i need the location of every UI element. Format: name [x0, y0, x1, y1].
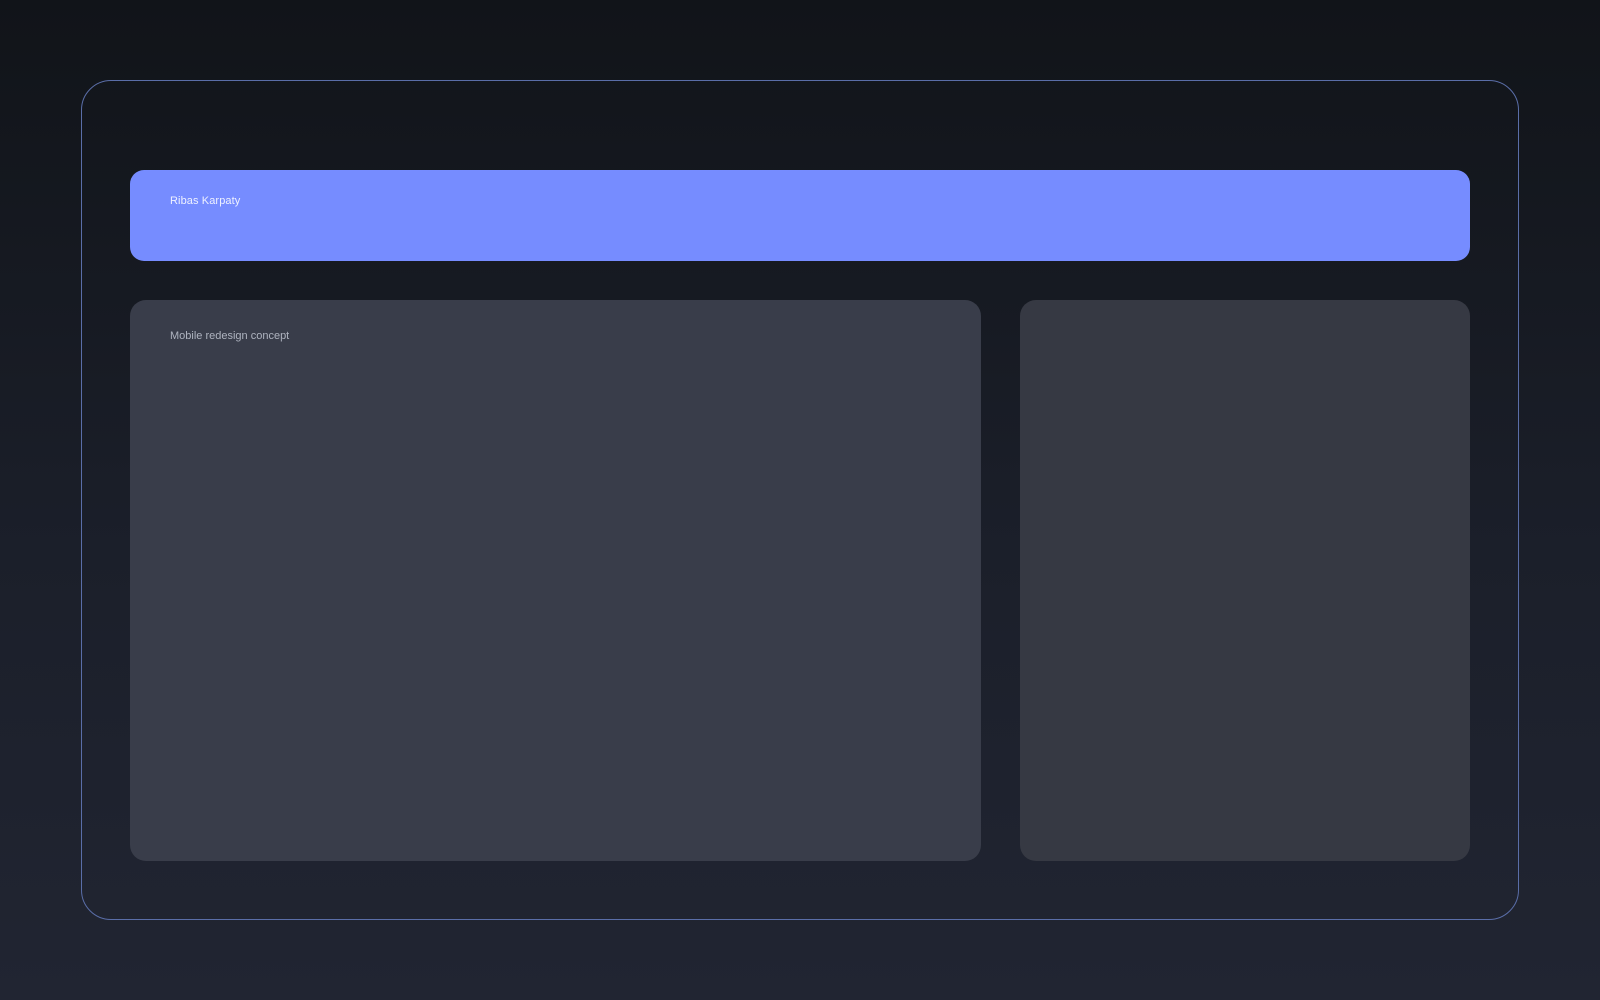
main-panel-title: Mobile redesign concept [170, 330, 290, 342]
header-banner: Ribas Karpaty [130, 170, 1470, 261]
header-title: Ribas Karpaty [170, 195, 241, 207]
side-panel [1020, 300, 1470, 861]
main-panel: Mobile redesign concept [130, 300, 981, 861]
